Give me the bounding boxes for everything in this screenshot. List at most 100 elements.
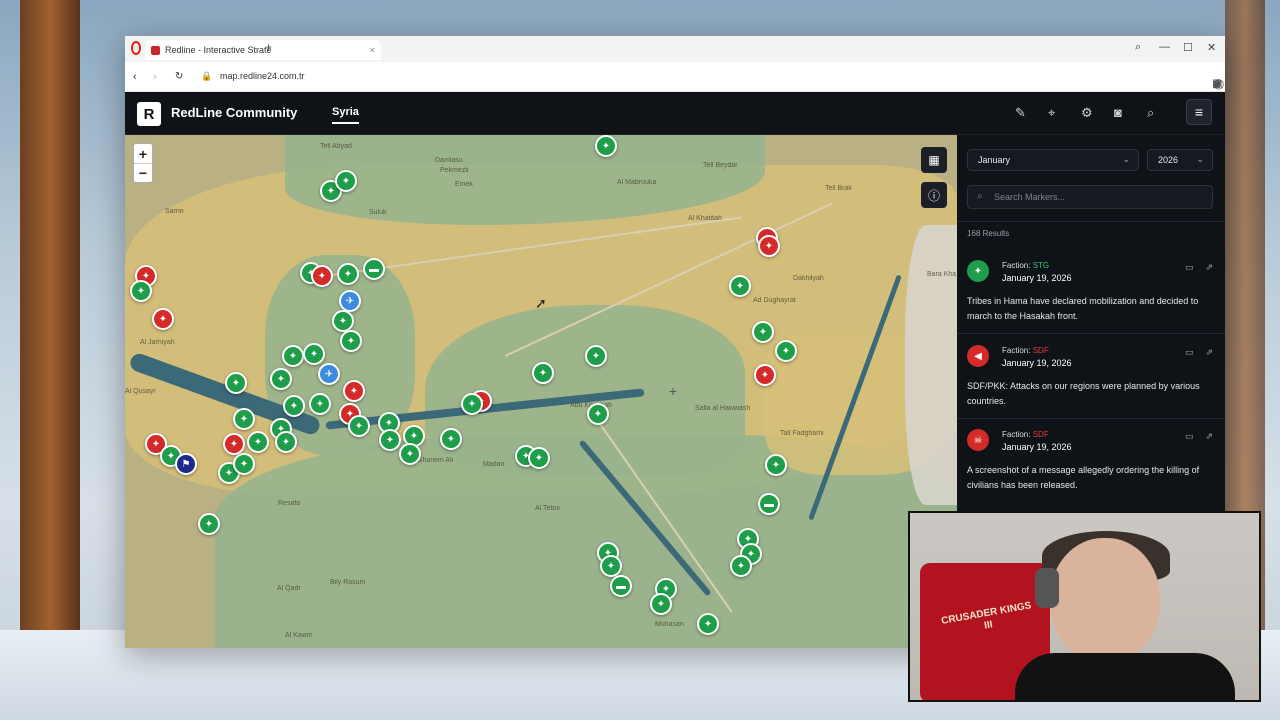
pen-icon[interactable]: ✎ [1015,105,1026,121]
faction-marker-stg[interactable]: ✦ [198,513,220,535]
faction-marker-stg[interactable]: ✦ [585,345,607,367]
place-label: Salla al Hawwash [695,405,751,412]
faction-marker-stg[interactable]: ▬ [363,258,385,280]
item-actions: ▭ ⇗ [1185,431,1213,442]
map-info-button[interactable]: ⓘ [921,182,947,208]
faction-marker-stg[interactable]: ✦ [233,453,255,475]
faction-marker-stg[interactable]: ✦ [730,555,752,577]
gear-icon[interactable]: ⚙ [1081,105,1093,121]
faction-marker-blue[interactable]: ✈ [318,363,340,385]
video-icon[interactable]: ▭ [1185,262,1194,273]
faction-marker-stg[interactable]: ✦ [595,135,617,157]
minimize-icon[interactable]: — [1159,41,1170,53]
new-tab-button[interactable]: + [265,40,272,54]
faction-marker-navy[interactable]: ⚑ [175,453,197,475]
maximize-icon[interactable]: ☐ [1183,41,1193,54]
browser-tab[interactable]: Redline - Interactive Straté × [145,40,381,60]
faction-marker-stg[interactable]: ✦ [282,345,304,367]
place-label: Ghanem Ali [417,457,454,464]
external-link-icon[interactable]: ⇗ [1205,431,1213,442]
search-icon[interactable]: ⌕ [1147,105,1154,121]
faction-marker-sdf[interactable]: ✦ [754,364,776,386]
redline-logo[interactable]: R [137,102,161,126]
faction-marker-stg[interactable]: ✦ [532,362,554,384]
chevron-down-icon: ⌄ [1122,154,1130,164]
place-label: Al Jarniyah [140,339,175,346]
faction-marker-sdf[interactable]: ✦ [758,235,780,257]
rifle-icon: ✦ [967,260,989,282]
month-select[interactable]: January ⌄ [967,149,1139,171]
faction-marker-stg[interactable]: ✦ [283,395,305,417]
faction-marker-stg[interactable]: ✦ [587,403,609,425]
faction-marker-stg[interactable]: ✦ [348,415,370,437]
back-icon[interactable]: ‹ [133,71,137,83]
reload-icon[interactable]: ↻ [175,71,183,82]
search-tabs-icon[interactable]: ⌕ [1135,41,1141,54]
faction-marker-stg[interactable]: ▬ [758,493,780,515]
brand-name[interactable]: RedLine Community [171,105,297,120]
opera-icon[interactable] [131,41,141,55]
faction-marker-stg[interactable]: ✦ [600,555,622,577]
streamer-shirt [1015,653,1235,700]
faction-marker-stg[interactable]: ✦ [247,431,269,453]
faction-marker-stg[interactable]: ✦ [303,343,325,365]
divider [957,221,1225,222]
faction-marker-stg[interactable]: ✦ [309,393,331,415]
faction-marker-stg[interactable]: ✦ [399,443,421,465]
zoom-out-button[interactable]: − [134,163,152,182]
faction-marker-sdf[interactable]: ✦ [223,433,245,455]
divider [957,333,1225,334]
faction-marker-sdf[interactable]: ✦ [343,380,365,402]
cube-icon[interactable]: ▣ [1213,79,1222,90]
faction-marker-blue[interactable]: ✈ [339,290,361,312]
faction-marker-stg[interactable]: ✦ [337,263,359,285]
url-text[interactable]: map.redline24.com.tr [220,71,305,81]
zoom-control: + − [133,143,153,183]
faction-marker-stg[interactable]: ✦ [335,170,357,192]
video-icon[interactable]: ▭ [1185,347,1194,358]
search-markers-input[interactable]: ⌕ Search Markers... [967,185,1213,209]
map-layers-button[interactable]: ▦ [921,147,947,173]
tab-close-icon[interactable]: × [370,45,375,55]
item-date: January 19, 2026 [1002,358,1072,368]
faction-marker-stg[interactable]: ✦ [775,340,797,362]
faction-marker-stg[interactable]: ✦ [528,447,550,469]
faction-marker-stg[interactable]: ▬ [610,575,632,597]
faction-marker-stg[interactable]: ✦ [332,310,354,332]
place-label: Tell Beydar [703,162,738,169]
place-label: Tall Fadghami [780,430,824,437]
external-link-icon[interactable]: ⇗ [1205,347,1213,358]
faction-marker-stg[interactable]: ✦ [379,429,401,451]
faction-marker-stg[interactable]: ✦ [752,321,774,343]
faction-marker-stg[interactable]: ✦ [697,613,719,635]
external-link-icon[interactable]: ⇗ [1205,262,1213,273]
faction-marker-stg[interactable]: ✦ [440,428,462,450]
crosshair-icon: + [669,383,678,399]
video-icon[interactable]: ▭ [1185,431,1194,442]
faction-marker-stg[interactable]: ✦ [340,330,362,352]
location-pin-icon[interactable]: ⌖ [1048,105,1055,121]
faction-marker-stg[interactable]: ✦ [233,408,255,430]
forward-icon[interactable]: › [153,71,157,83]
faction-marker-stg[interactable]: ✦ [275,431,297,453]
tab-syria[interactable]: Syria [332,106,359,124]
faction-marker-stg[interactable]: ✦ [729,275,751,297]
zoom-in-button[interactable]: + [134,144,152,163]
faction-marker-stg[interactable]: ✦ [650,593,672,615]
hamburger-menu-button[interactable]: ≡ [1186,99,1212,125]
faction-marker-sdf[interactable]: ✦ [311,265,333,287]
camera-icon[interactable]: ◙ [1114,105,1122,120]
faction-marker-sdf[interactable]: ✦ [152,308,174,330]
close-window-icon[interactable]: ✕ [1207,41,1216,54]
faction-marker-stg[interactable]: ✦ [461,393,483,415]
faction-marker-stg[interactable]: ✦ [765,454,787,476]
divider [957,418,1225,419]
faction-marker-stg[interactable]: ✦ [130,280,152,302]
item-date: January 19, 2026 [1002,442,1072,452]
map-canvas[interactable]: Tell Abyad Damlasu Pekmezli Emek Suluk A… [125,135,957,648]
year-select[interactable]: 2026 ⌄ [1147,149,1213,171]
tab-title: Redline - Interactive Straté [165,45,272,55]
faction-marker-stg[interactable]: ✦ [225,372,247,394]
faction-marker-stg[interactable]: ✦ [270,368,292,390]
skull-icon: ☠ [967,429,989,451]
